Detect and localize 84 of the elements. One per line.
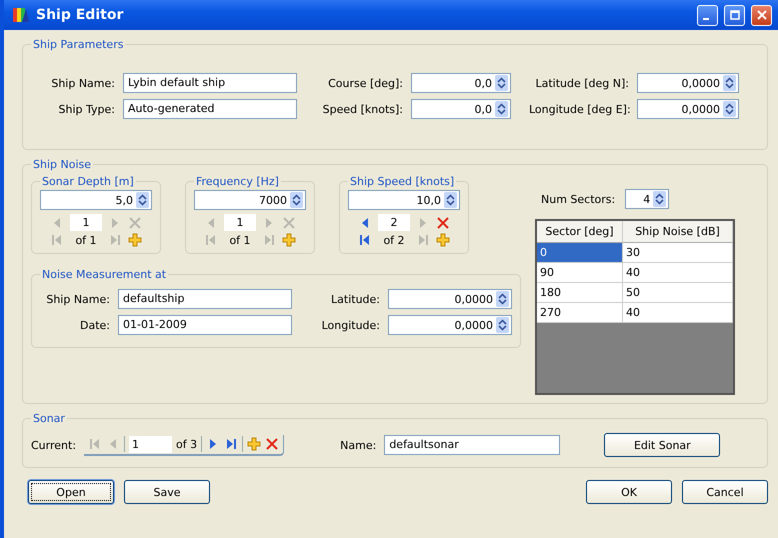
field-label: Date: bbox=[79, 318, 110, 332]
group-title: Ship Speed [knots] bbox=[349, 175, 456, 188]
dialog-button[interactable]: Cancel bbox=[682, 480, 768, 504]
spin-field[interactable]: 0,0 bbox=[411, 99, 511, 119]
field-label: Latitude: bbox=[330, 292, 380, 306]
skip-back-icon[interactable] bbox=[358, 233, 372, 247]
close-icon[interactable] bbox=[265, 437, 280, 451]
field-label: Ship Name: bbox=[50, 76, 115, 90]
table-cell[interactable]: 180 bbox=[537, 283, 623, 303]
field-label: Latitude [deg N]: bbox=[534, 76, 629, 90]
text-field[interactable]: Auto-generated bbox=[123, 99, 297, 119]
app-icon bbox=[12, 6, 30, 24]
text-field[interactable]: defaultsonar bbox=[384, 435, 560, 455]
field-label: Longitude: bbox=[320, 318, 380, 332]
close-icon[interactable] bbox=[436, 216, 450, 230]
position-field[interactable]: 1 bbox=[70, 214, 102, 231]
spin-arrows-icon[interactable] bbox=[653, 191, 666, 207]
spin-arrows-icon[interactable] bbox=[723, 101, 736, 117]
window-title: Ship Editor bbox=[36, 7, 124, 23]
page-count: of 1 bbox=[75, 234, 97, 246]
field-label: Current: bbox=[31, 438, 76, 452]
spin-arrows-icon[interactable] bbox=[444, 192, 457, 208]
group-title: Ship Noise bbox=[32, 158, 92, 171]
table-cell[interactable]: 40 bbox=[623, 263, 733, 283]
plus-icon[interactable] bbox=[247, 437, 262, 451]
spin-arrows-icon[interactable] bbox=[496, 291, 509, 307]
field-label: Ship Name: bbox=[45, 292, 110, 306]
minimize-icon bbox=[703, 18, 709, 20]
page-count: of 2 bbox=[383, 234, 405, 246]
plus-icon[interactable] bbox=[282, 233, 296, 247]
maximize-icon bbox=[730, 10, 740, 20]
spin-field[interactable]: 4 bbox=[625, 189, 670, 209]
group-title: Frequency [Hz] bbox=[195, 175, 280, 188]
minimize-button[interactable] bbox=[697, 4, 718, 26]
spin-field[interactable]: 0,0000 bbox=[388, 315, 512, 335]
text-field[interactable]: defaultship bbox=[118, 289, 292, 309]
spin-arrows-icon[interactable] bbox=[290, 192, 303, 208]
position-field[interactable]: 1 bbox=[224, 214, 256, 231]
spin-arrows-icon[interactable] bbox=[495, 101, 508, 117]
spin-arrows-icon[interactable] bbox=[723, 75, 736, 91]
field-label: Longitude [deg E]: bbox=[529, 102, 629, 116]
field-label: Num Sectors: bbox=[541, 192, 616, 206]
spin-field[interactable]: 10,0 bbox=[348, 190, 460, 210]
text-field[interactable]: Lybin default ship bbox=[123, 73, 297, 93]
spin-arrows-icon[interactable] bbox=[495, 75, 508, 91]
plus-icon[interactable] bbox=[128, 233, 142, 247]
group-title: Ship Parameters bbox=[32, 38, 124, 51]
plus-icon[interactable] bbox=[436, 233, 450, 247]
table-cell[interactable]: 30 bbox=[623, 243, 733, 263]
table-cell[interactable]: 0 bbox=[537, 243, 623, 263]
close-icon bbox=[756, 10, 766, 20]
spin-arrows-icon[interactable] bbox=[136, 192, 149, 208]
skip-forward-icon[interactable] bbox=[224, 437, 238, 451]
group-title: Sonar bbox=[32, 412, 66, 425]
spin-field[interactable]: 5,0 bbox=[40, 190, 152, 210]
table-cell[interactable]: 90 bbox=[537, 263, 623, 283]
position-field[interactable]: 2 bbox=[378, 214, 410, 231]
maximize-button[interactable] bbox=[724, 4, 745, 26]
text-field[interactable]: 01-01-2009 bbox=[118, 315, 292, 335]
field-label: Ship Type: bbox=[58, 102, 115, 116]
group-title: Sonar Depth [m] bbox=[41, 175, 135, 188]
spin-arrows-icon[interactable] bbox=[496, 317, 509, 333]
column-header[interactable]: Sector [deg] bbox=[537, 221, 623, 243]
spin-field[interactable]: 0,0000 bbox=[637, 99, 739, 119]
spin-field[interactable]: 0,0000 bbox=[388, 289, 512, 309]
spin-field[interactable]: 0,0000 bbox=[637, 73, 739, 93]
page-count: of 3 bbox=[176, 438, 198, 450]
dialog-button[interactable]: Open bbox=[28, 480, 114, 504]
field-label: Name: bbox=[340, 438, 376, 452]
group-title: Noise Measurement at bbox=[41, 268, 168, 281]
column-header[interactable]: Ship Noise [dB] bbox=[623, 221, 733, 243]
table-cell[interactable]: 40 bbox=[623, 303, 733, 323]
table-cell[interactable]: 50 bbox=[623, 283, 733, 303]
field-label: Course [deg]: bbox=[327, 76, 403, 90]
field-label: Speed [knots]: bbox=[322, 102, 403, 116]
close-button[interactable] bbox=[751, 4, 772, 26]
edit-sonar-button[interactable]: Edit Sonar bbox=[604, 433, 720, 457]
page-count: of 1 bbox=[229, 234, 251, 246]
spin-field[interactable]: 0,0 bbox=[411, 73, 511, 93]
table-cell[interactable]: 270 bbox=[537, 303, 623, 323]
spin-field[interactable]: 7000 bbox=[194, 190, 306, 210]
dialog-button[interactable]: OK bbox=[586, 480, 672, 504]
dialog-button[interactable]: Save bbox=[124, 480, 210, 504]
position-field[interactable]: 1 bbox=[129, 436, 172, 452]
